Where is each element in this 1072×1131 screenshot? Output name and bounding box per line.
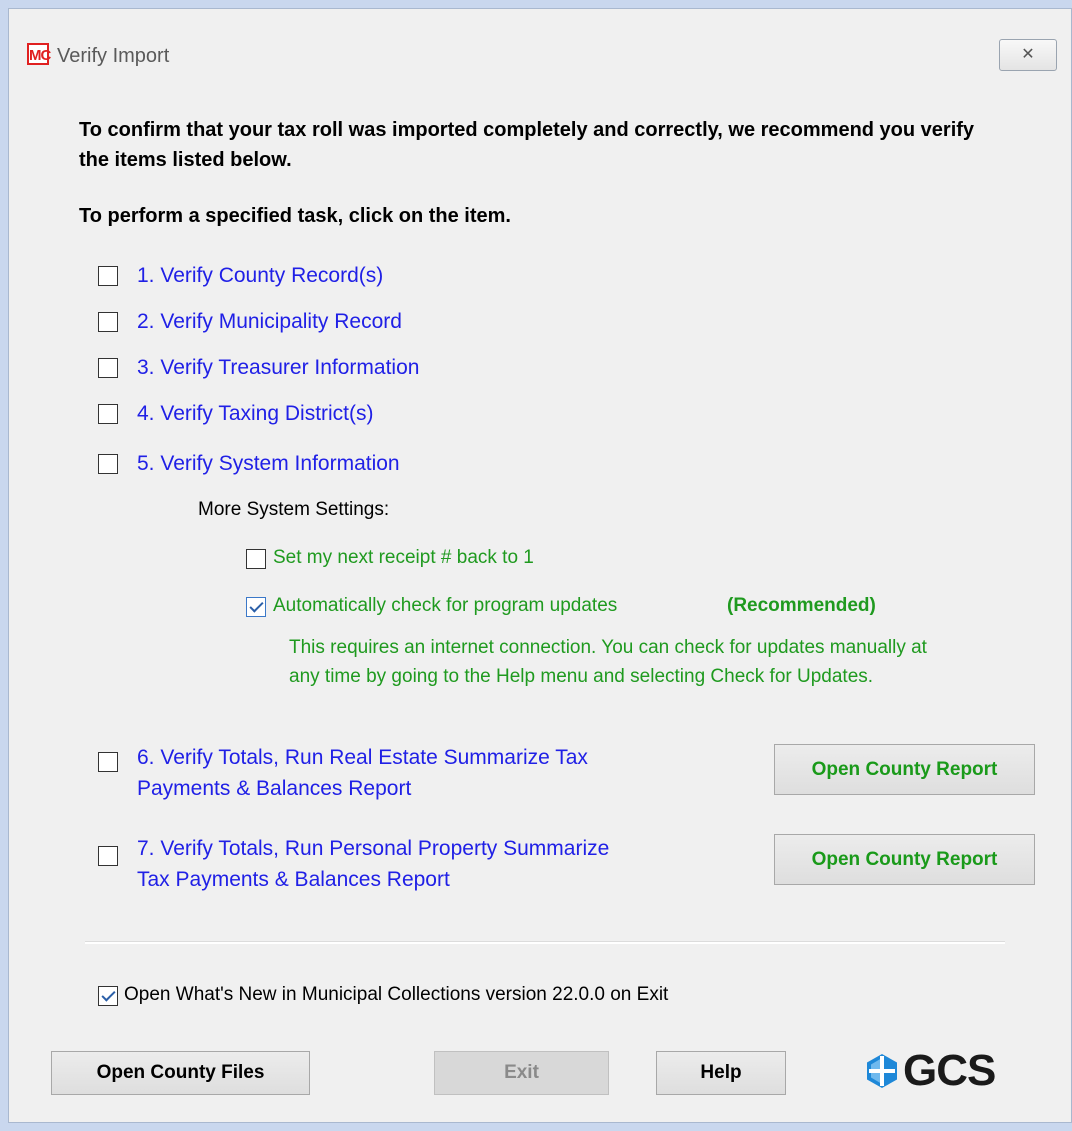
gcs-logo-icon (867, 1054, 897, 1088)
open-county-report-button-6[interactable]: Open County Report (774, 744, 1035, 795)
verify-taxing-districts-link[interactable]: 4. Verify Taxing District(s) (137, 398, 374, 430)
verify-system-information-link[interactable]: 5. Verify System Information (137, 448, 400, 480)
verify-import-dialog: MC Verify Import ✕ To confirm that your … (8, 8, 1072, 1123)
gcs-logo: GCS (865, 1046, 996, 1096)
real-estate-summary-link-line2[interactable]: Payments & Balances Report (137, 773, 411, 805)
receipt-reset-label[interactable]: Set my next receipt # back to 1 (273, 547, 534, 569)
exit-button[interactable]: Exit (434, 1051, 609, 1095)
verify-municipality-record-link[interactable]: 2. Verify Municipality Record (137, 306, 402, 338)
personal-property-summary-link-line1[interactable]: 7. Verify Totals, Run Personal Property … (137, 833, 609, 865)
item-3-checkbox[interactable] (98, 358, 118, 378)
close-icon: ✕ (1021, 46, 1035, 63)
item-7-checkbox[interactable] (98, 846, 118, 866)
receipt-reset-checkbox[interactable] (246, 549, 266, 569)
task-hint: To perform a specified task, click on th… (79, 205, 511, 227)
auto-update-checkbox[interactable] (246, 597, 266, 617)
updates-note: This requires an internet connection. Yo… (289, 637, 927, 687)
recommended-badge: (Recommended) (727, 595, 876, 616)
verify-treasurer-information-link[interactable]: 3. Verify Treasurer Information (137, 352, 419, 384)
auto-update-label[interactable]: Automatically check for program updates (273, 595, 617, 617)
title-bar: MC Verify Import ✕ (9, 9, 1071, 71)
item-2-checkbox[interactable] (98, 312, 118, 332)
window-title: Verify Import (57, 45, 170, 67)
gcs-logo-text: GCS (903, 1046, 996, 1095)
item-1-checkbox[interactable] (98, 266, 118, 286)
divider (85, 941, 1005, 944)
item-4-checkbox[interactable] (98, 404, 118, 424)
item-6-checkbox[interactable] (98, 752, 118, 772)
intro-text: To confirm that your tax roll was import… (79, 119, 975, 171)
whats-new-checkbox[interactable] (98, 986, 118, 1006)
help-button[interactable]: Help (656, 1051, 786, 1095)
item-5-checkbox[interactable] (98, 454, 118, 474)
verify-county-record-link[interactable]: 1. Verify County Record(s) (137, 260, 383, 292)
open-county-report-button-7[interactable]: Open County Report (774, 834, 1035, 885)
personal-property-summary-link-line2[interactable]: Tax Payments & Balances Report (137, 864, 450, 896)
close-button[interactable]: ✕ (999, 39, 1057, 71)
real-estate-summary-link-line1[interactable]: 6. Verify Totals, Run Real Estate Summar… (137, 742, 588, 774)
more-settings-heading: More System Settings: (198, 499, 390, 520)
mc-app-icon: MC (27, 43, 51, 65)
whats-new-label[interactable]: Open What's New in Municipal Collections… (124, 984, 668, 1006)
open-county-files-button[interactable]: Open County Files (51, 1051, 310, 1095)
